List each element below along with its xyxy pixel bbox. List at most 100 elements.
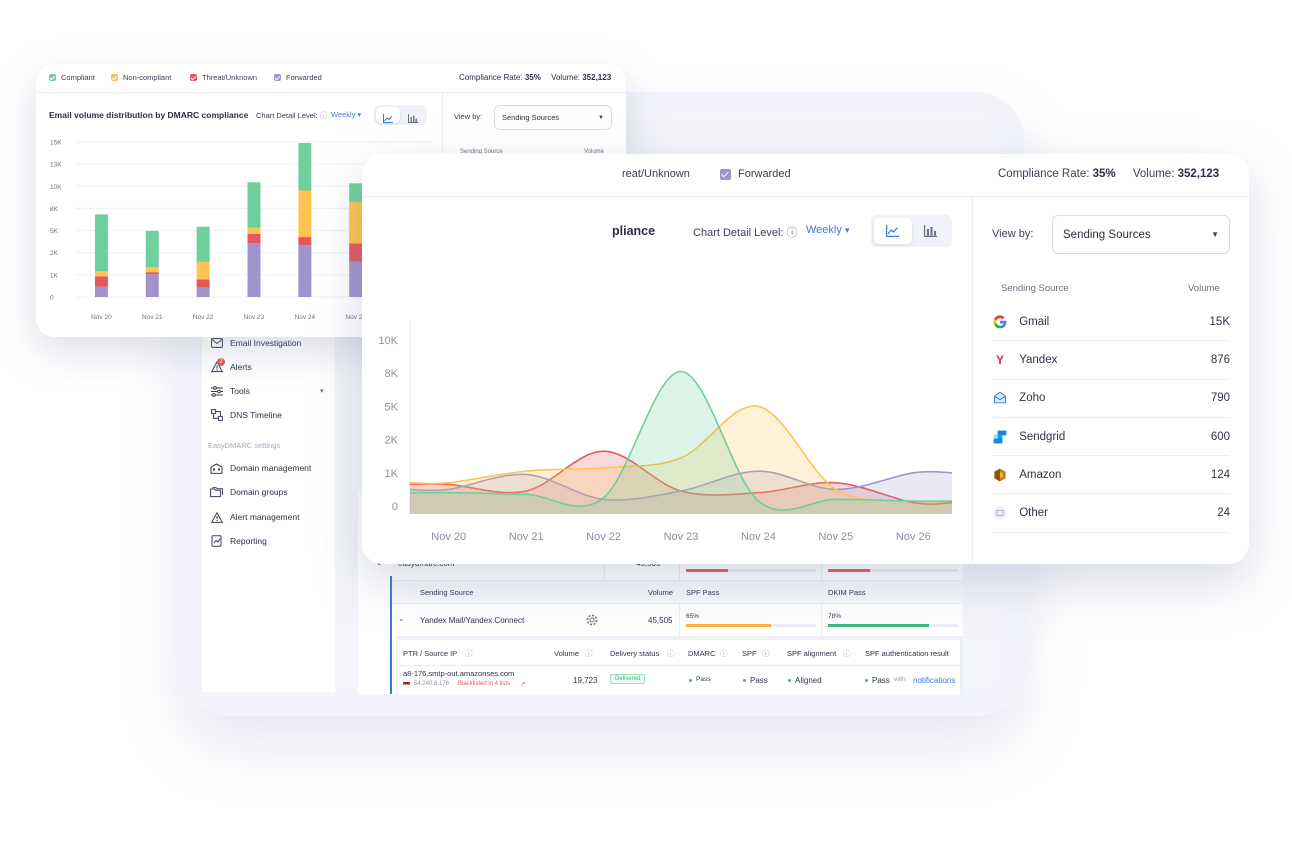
legend-item-non-compliant[interactable]: Non-compliant [111, 73, 171, 82]
settings-gear-icon[interactable] [586, 613, 598, 631]
col-volume[interactable]: Volume [648, 588, 673, 597]
bar-segment-non-compliant[interactable] [94, 271, 108, 277]
y-tick-label: 10K [378, 335, 398, 347]
domain-dkim-bar [828, 569, 958, 572]
sidebar-item-alert-management[interactable]: Alert management [210, 507, 299, 527]
col-dmarc[interactable]: DMARC [688, 649, 716, 658]
bar-segment-non-compliant[interactable] [247, 227, 261, 234]
line-chart-icon[interactable] [383, 110, 393, 128]
sidebar-item-alerts[interactable]: 2 Alerts [210, 357, 252, 377]
bar-segment-compliant[interactable] [94, 214, 108, 272]
bar-segment-non-compliant[interactable] [196, 261, 210, 280]
bar-segment-threat-unknown[interactable] [196, 279, 210, 288]
bar-segment-compliant[interactable] [196, 226, 210, 262]
x-tick-label: Nov 24 [295, 314, 316, 321]
source-row-yandex[interactable]: Y Yandex 876 [992, 341, 1230, 380]
bar-chart-icon[interactable] [924, 224, 937, 242]
view-by-select[interactable]: Sending Sources ▼ [1052, 215, 1230, 254]
y-tick-label: 2K [385, 435, 399, 447]
col-delivery-status[interactable]: Delivery status [610, 649, 659, 658]
x-tick-label: Nov 22 [586, 531, 621, 543]
col-sending-source[interactable]: Sending Source [420, 588, 473, 597]
bar-segment-forwarded[interactable] [298, 245, 312, 297]
source-volume: 790 [1210, 392, 1230, 405]
chart-type-toggle [871, 215, 952, 247]
legend-item-threat-unknown[interactable]: Threat/Unknown [190, 73, 257, 82]
source-row-gmail[interactable]: Gmail 15K [992, 303, 1230, 342]
bar-segment-forwarded[interactable] [196, 287, 210, 297]
view-by-select[interactable]: Sending Sources ▼ [494, 105, 612, 130]
bar-segment-non-compliant[interactable] [349, 201, 363, 244]
col-ptr-source-ip[interactable]: PTR / Source IP [403, 649, 457, 658]
sidebar-item-label: Email Investigation [230, 338, 302, 348]
external-link-icon[interactable]: ↗ [520, 680, 525, 688]
checkbox-icon[interactable] [274, 74, 281, 81]
bar-segment-threat-unknown[interactable] [94, 276, 108, 287]
x-tick-label: Nov 20 [431, 531, 466, 543]
status-dot [788, 679, 791, 682]
bar-segment-non-compliant[interactable] [145, 267, 159, 273]
source-row-amazon[interactable]: Amazon 124 [992, 456, 1230, 495]
checkbox-icon[interactable] [111, 74, 118, 81]
google-icon [992, 314, 1008, 330]
source-name: Yandex Mail/Yandex.Connect [420, 616, 525, 625]
legend-item-forwarded[interactable]: Forwarded [274, 73, 322, 82]
ptr-hostname[interactable]: a8-176.smtp-out.amazonses.com [403, 669, 514, 678]
bar-segment-forwarded[interactable] [349, 261, 363, 297]
legend-item-forwarded[interactable]: Forwarded [720, 168, 791, 180]
legend-label: Compliant [61, 73, 95, 82]
bar-chart-icon[interactable] [408, 110, 418, 128]
sidebar-item-label: Reporting [230, 536, 267, 546]
source-volume: 600 [1210, 430, 1230, 443]
col-spf[interactable]: SPF [742, 649, 757, 658]
legend-item-compliant[interactable]: Compliant [49, 73, 95, 82]
source-row-other[interactable]: Other 24 [992, 495, 1230, 533]
alert-icon: 2 [210, 357, 225, 374]
sidebar-item-label: Domain management [230, 463, 312, 473]
col-spf-pass[interactable]: SPF Pass [686, 588, 719, 597]
checkbox-icon[interactable] [49, 74, 56, 81]
source-row-sendgrid[interactable]: Sendgrid 600 [992, 418, 1230, 457]
sidebar-item-tools[interactable]: Tools ▾ [210, 381, 335, 401]
bar-segment-forwarded[interactable] [247, 243, 261, 297]
source-row-expand-icon[interactable]: ⌄ [398, 614, 405, 623]
col-detail-volume[interactable]: Volume [554, 649, 579, 658]
bar-segment-compliant[interactable] [247, 182, 261, 228]
sidebar-item-domain-management[interactable]: Domain management [210, 458, 311, 478]
col-spf-alignment[interactable]: SPF alignment [787, 649, 836, 658]
checkbox-icon[interactable] [190, 74, 197, 81]
bar-segment-compliant[interactable] [145, 230, 159, 268]
line-chart-icon[interactable] [886, 224, 899, 242]
sidebar-item-reporting[interactable]: Reporting [210, 531, 267, 551]
bar-segment-non-compliant[interactable] [298, 190, 312, 238]
source-row-zoho[interactable]: Zoho 790 [992, 380, 1230, 418]
auth-domain-link[interactable]: notifications [913, 676, 955, 685]
bar-segment-compliant[interactable] [349, 183, 363, 202]
checkbox-icon[interactable] [720, 168, 731, 180]
bar-segment-compliant[interactable] [298, 143, 312, 191]
bar-segment-forwarded[interactable] [145, 274, 159, 297]
detail-level-dropdown[interactable]: Weekly ▾ [331, 110, 361, 119]
bar-segment-threat-unknown[interactable] [349, 243, 363, 262]
sidebar-item-dns-timeline[interactable]: DNS Timeline [210, 405, 282, 425]
source-volume: 15K [1209, 315, 1230, 328]
detail-level-dropdown[interactable]: Weekly ▾ [806, 224, 849, 236]
bar-segment-threat-unknown[interactable] [298, 237, 312, 246]
detail-level-value: Weekly [806, 224, 842, 236]
bar-segment-threat-unknown[interactable] [247, 233, 261, 244]
auth-with-text: with [894, 676, 906, 683]
sidebar-item-label: Tools [230, 386, 250, 396]
sidebar-item-domain-groups[interactable]: Domain groups [210, 482, 288, 502]
info-icon: ⓘ [585, 649, 593, 658]
x-tick-label: Nov 20 [91, 314, 112, 321]
x-tick-label: Nov 26 [896, 531, 931, 543]
source-name: Amazon [1019, 468, 1062, 481]
col-spf-auth-result[interactable]: SPF authentication result [865, 649, 949, 658]
blacklist-status[interactable]: Blacklisted in 4 lists [458, 681, 510, 687]
legend-item-threat[interactable]: reat/Unknown [622, 168, 690, 180]
bar-segment-threat-unknown[interactable] [145, 272, 159, 275]
bar-segment-forwarded[interactable] [94, 286, 108, 297]
col-dkim-pass[interactable]: DKIM Pass [828, 588, 866, 597]
view-by-label: View by: [454, 112, 483, 121]
spf-pass-bar [686, 624, 816, 627]
